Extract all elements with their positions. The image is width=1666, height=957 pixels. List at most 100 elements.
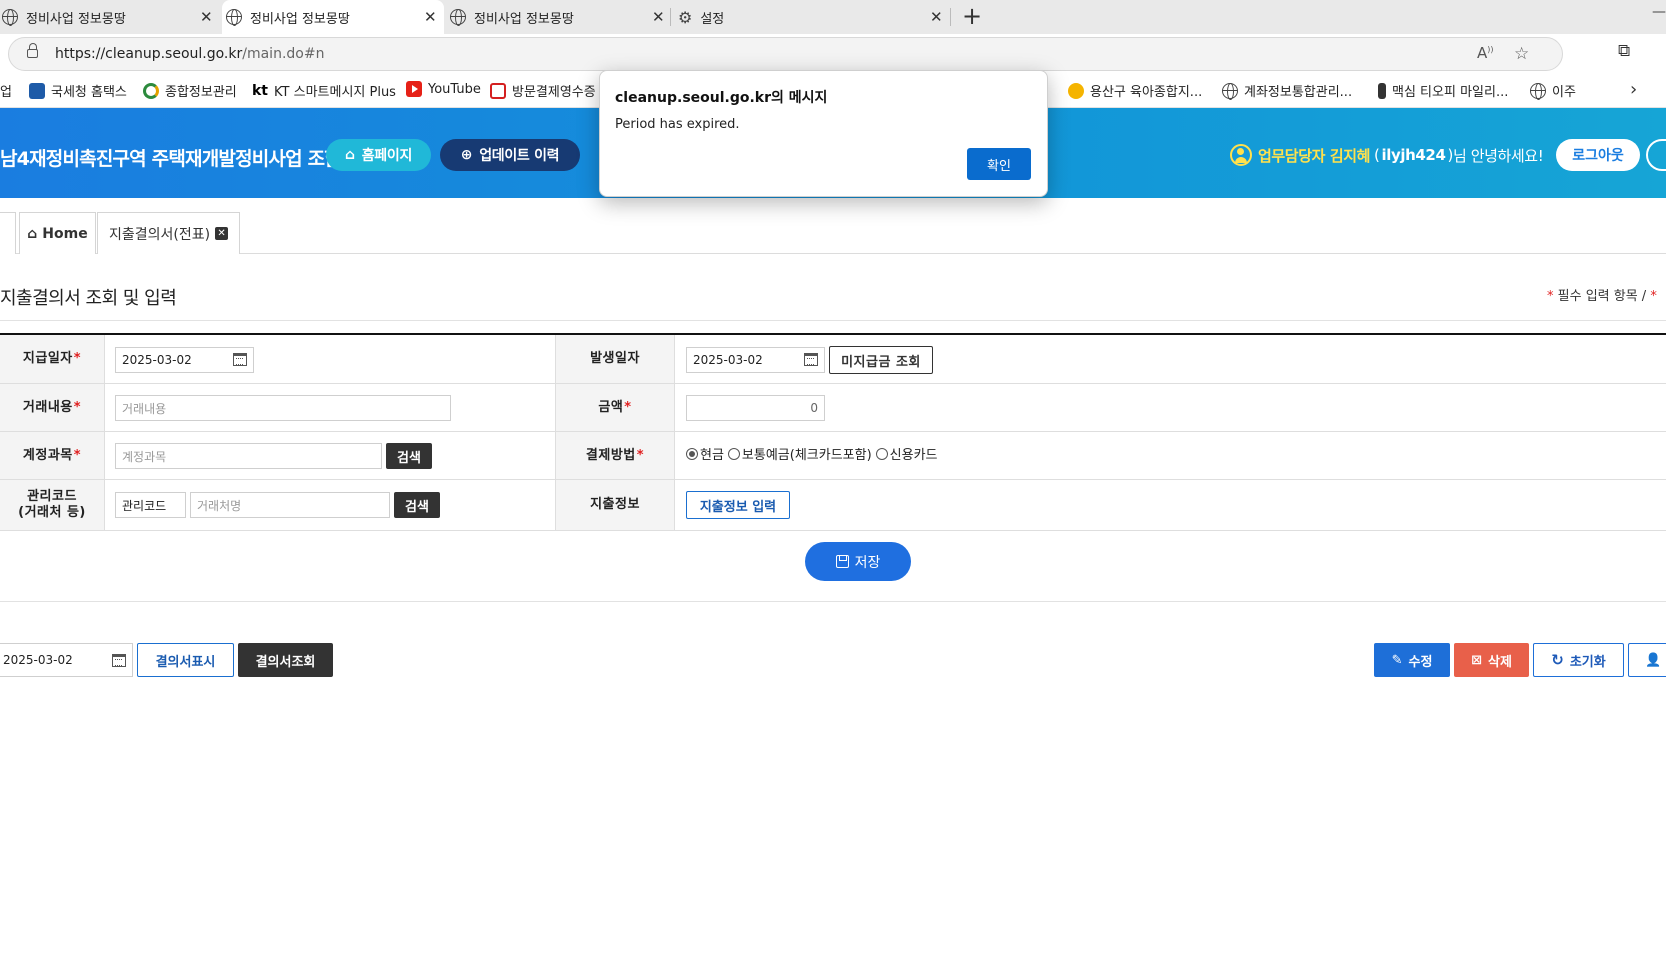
bookmark-label: YouTube — [428, 81, 481, 97]
radio-credit-card-label[interactable]: 신용카드 — [890, 444, 938, 463]
edit-button[interactable]: ✎ 수정 — [1374, 643, 1450, 677]
query-date-input[interactable]: 2025-03-02 — [0, 643, 133, 677]
browser-tab-2-active[interactable]: 정비사업 정보몽땅 ✕ — [222, 0, 444, 34]
browser-tab-3[interactable]: 정비사업 정보몽땅 ✕ — [448, 0, 670, 34]
required-note-text: 필수 입력 항목 / — [1557, 289, 1647, 304]
user-action-button[interactable]: 👤 — [1628, 643, 1666, 677]
read-aloud-icon[interactable]: A)) — [1477, 44, 1494, 62]
reset-button[interactable]: ↻ 초기화 — [1533, 643, 1624, 677]
close-tab-icon[interactable]: ✕ — [200, 9, 213, 25]
tab-separator — [670, 8, 671, 26]
account-input[interactable]: 계정과목 — [115, 443, 382, 469]
logout-button[interactable]: 로그아웃 — [1556, 139, 1640, 171]
new-tab-plus-icon[interactable]: + — [962, 4, 982, 28]
expense-info-input-button[interactable]: 지출정보 입력 — [686, 491, 790, 519]
bookmark-item[interactable]: 맥심 티오피 마일리... — [1374, 81, 1508, 100]
form-row-account-payment: 계정과목 * 계정과목 검색 결제방법 * 현금 보통예금(체크카드포함) 신용카드 — [0, 432, 1666, 480]
page-tab-expense-voucher[interactable]: 지출결의서(전표) ✕ — [97, 212, 240, 254]
pay-date-label: 지급일자 * — [0, 335, 105, 383]
star-icon[interactable]: ☆ — [1514, 44, 1529, 64]
bookmark-label: 국세청 홈택스 — [51, 85, 127, 100]
browser-tab-1[interactable]: 정비사업 정보몽땅 ✕ — [0, 0, 220, 34]
close-tab-icon[interactable]: ✕ — [930, 9, 943, 25]
form-row-desc-amount: 거래내용 * 거래내용 금액 * 0 — [0, 384, 1666, 432]
greet-paren-open: ( — [1374, 146, 1380, 164]
browser-tab-settings[interactable]: ⚙ 설정 ✕ — [676, 0, 946, 34]
amount-label: 금액 * — [555, 384, 675, 431]
delete-button[interactable]: ⊠ 삭제 — [1454, 643, 1529, 677]
query-date-value: 2025-03-02 — [3, 653, 73, 667]
show-voucher-button[interactable]: 결의서표시 — [137, 643, 234, 677]
minimize-icon[interactable]: — — [1652, 4, 1666, 20]
close-page-tab-icon[interactable]: ✕ — [215, 227, 229, 240]
divider — [0, 320, 1666, 321]
occur-date-input[interactable]: 2025-03-02 — [686, 347, 825, 373]
amount-input[interactable]: 0 — [686, 395, 825, 421]
radio-cash[interactable] — [686, 447, 698, 460]
page-title: 지출결의서 조회 및 입력 — [0, 288, 177, 309]
bookmark-item[interactable]: 방문결제영수증 — [490, 81, 596, 100]
user-greeting: 업무담당자 김지혜 ( ilyjh424 ) 님 안녕하세요! — [1230, 144, 1544, 166]
divider — [0, 601, 1666, 602]
pay-date-input[interactable]: 2025-03-02 — [115, 347, 254, 373]
update-history-label: 업데이트 이력 — [479, 148, 560, 164]
calendar-icon[interactable] — [112, 654, 126, 667]
save-button-label: 저장 — [854, 554, 881, 571]
header-extra-button[interactable] — [1646, 139, 1666, 171]
circle-logo-icon — [143, 82, 159, 99]
radio-deposit[interactable] — [727, 447, 740, 460]
pay-date-value: 2025-03-02 — [122, 353, 192, 367]
globe-icon — [1530, 82, 1546, 100]
browser-tab-strip: 정비사업 정보몽땅 ✕ 정비사업 정보몽땅 ✕ 정비사업 정보몽땅 ✕ ⚙ 설정… — [0, 0, 1666, 34]
bookmark-item[interactable]: YouTube — [406, 81, 481, 97]
home-icon: ⌂ — [344, 147, 355, 163]
chevron-right-icon[interactable]: › — [1630, 79, 1637, 100]
query-voucher-button[interactable]: 결의서조회 — [238, 643, 333, 677]
receipt-icon — [490, 82, 506, 99]
bookmark-label: 계좌정보통합관리... — [1244, 85, 1353, 100]
radio-deposit-label[interactable]: 보통예금(체크카드포함) — [742, 444, 872, 463]
calendar-icon[interactable] — [804, 353, 818, 366]
unpaid-query-button[interactable]: 미지급금 조회 — [829, 346, 933, 374]
user-id: ilyjh424 — [1381, 146, 1446, 164]
page-tab-previous[interactable] — [0, 212, 16, 254]
delete-button-label: 삭제 — [1487, 654, 1512, 670]
bookmark-item[interactable]: 종합정보관리 — [143, 81, 237, 100]
person-icon: 👤 — [1645, 652, 1662, 668]
bookmark-item[interactable]: 계좌정보통합관리... — [1222, 81, 1352, 100]
address-bar[interactable]: https://cleanup.seoul.go.kr/main.do#n A)… — [8, 37, 1563, 71]
desc-input[interactable]: 거래내용 — [115, 395, 451, 421]
reset-button-label: 초기화 — [1569, 654, 1606, 670]
bookmark-item[interactable]: 용산구 육아종합지... — [1068, 81, 1202, 100]
pencil-icon: ✎ — [1391, 652, 1403, 668]
mgmt-code-input[interactable]: 관리코드 — [115, 492, 186, 518]
bookmark-item[interactable]: 이주 — [1530, 81, 1576, 100]
radio-cash-label[interactable]: 현금 — [700, 444, 724, 463]
url-text[interactable]: https://cleanup.seoul.go.kr/main.do#n — [55, 46, 324, 62]
close-tab-icon[interactable]: ✕ — [652, 9, 665, 25]
extensions-icon[interactable]: ⧉ — [1618, 41, 1630, 61]
homepage-button[interactable]: ⌂ 홈페이지 — [326, 139, 431, 171]
account-search-button[interactable]: 검색 — [386, 443, 432, 469]
calendar-icon[interactable] — [233, 353, 247, 366]
update-history-button[interactable]: ⊕ 업데이트 이력 — [440, 139, 580, 171]
page-tab-home[interactable]: ⌂ Home — [19, 212, 96, 254]
lock-icon[interactable] — [27, 43, 38, 58]
hometax-icon — [29, 82, 45, 99]
close-tab-icon[interactable]: ✕ — [424, 9, 437, 25]
bookmark-item[interactable]: kt KT 스마트메시지 Plus — [252, 81, 396, 101]
tab-title: 설정 — [700, 11, 725, 27]
user-role-name: 업무담당자 김지혜 — [1258, 146, 1371, 165]
radio-credit-card[interactable] — [875, 447, 888, 460]
bookmark-label: 업 — [0, 85, 12, 100]
bookmark-item[interactable]: 업 — [0, 81, 12, 100]
save-disk-icon — [835, 555, 849, 568]
save-button[interactable]: 저장 — [805, 542, 911, 581]
vendor-search-button[interactable]: 검색 — [394, 492, 440, 518]
vendor-name-input[interactable]: 거래처명 — [190, 492, 390, 518]
page-tab-bar: ⌂ Home 지출결의서(전표) ✕ — [0, 198, 1666, 254]
gear-icon: ⚙ — [678, 7, 693, 27]
bookmark-item[interactable]: 국세청 홈택스 — [29, 81, 127, 100]
tab-title: 정비사업 정보몽땅 — [26, 11, 126, 27]
dialog-ok-button[interactable]: 확인 — [967, 148, 1031, 180]
